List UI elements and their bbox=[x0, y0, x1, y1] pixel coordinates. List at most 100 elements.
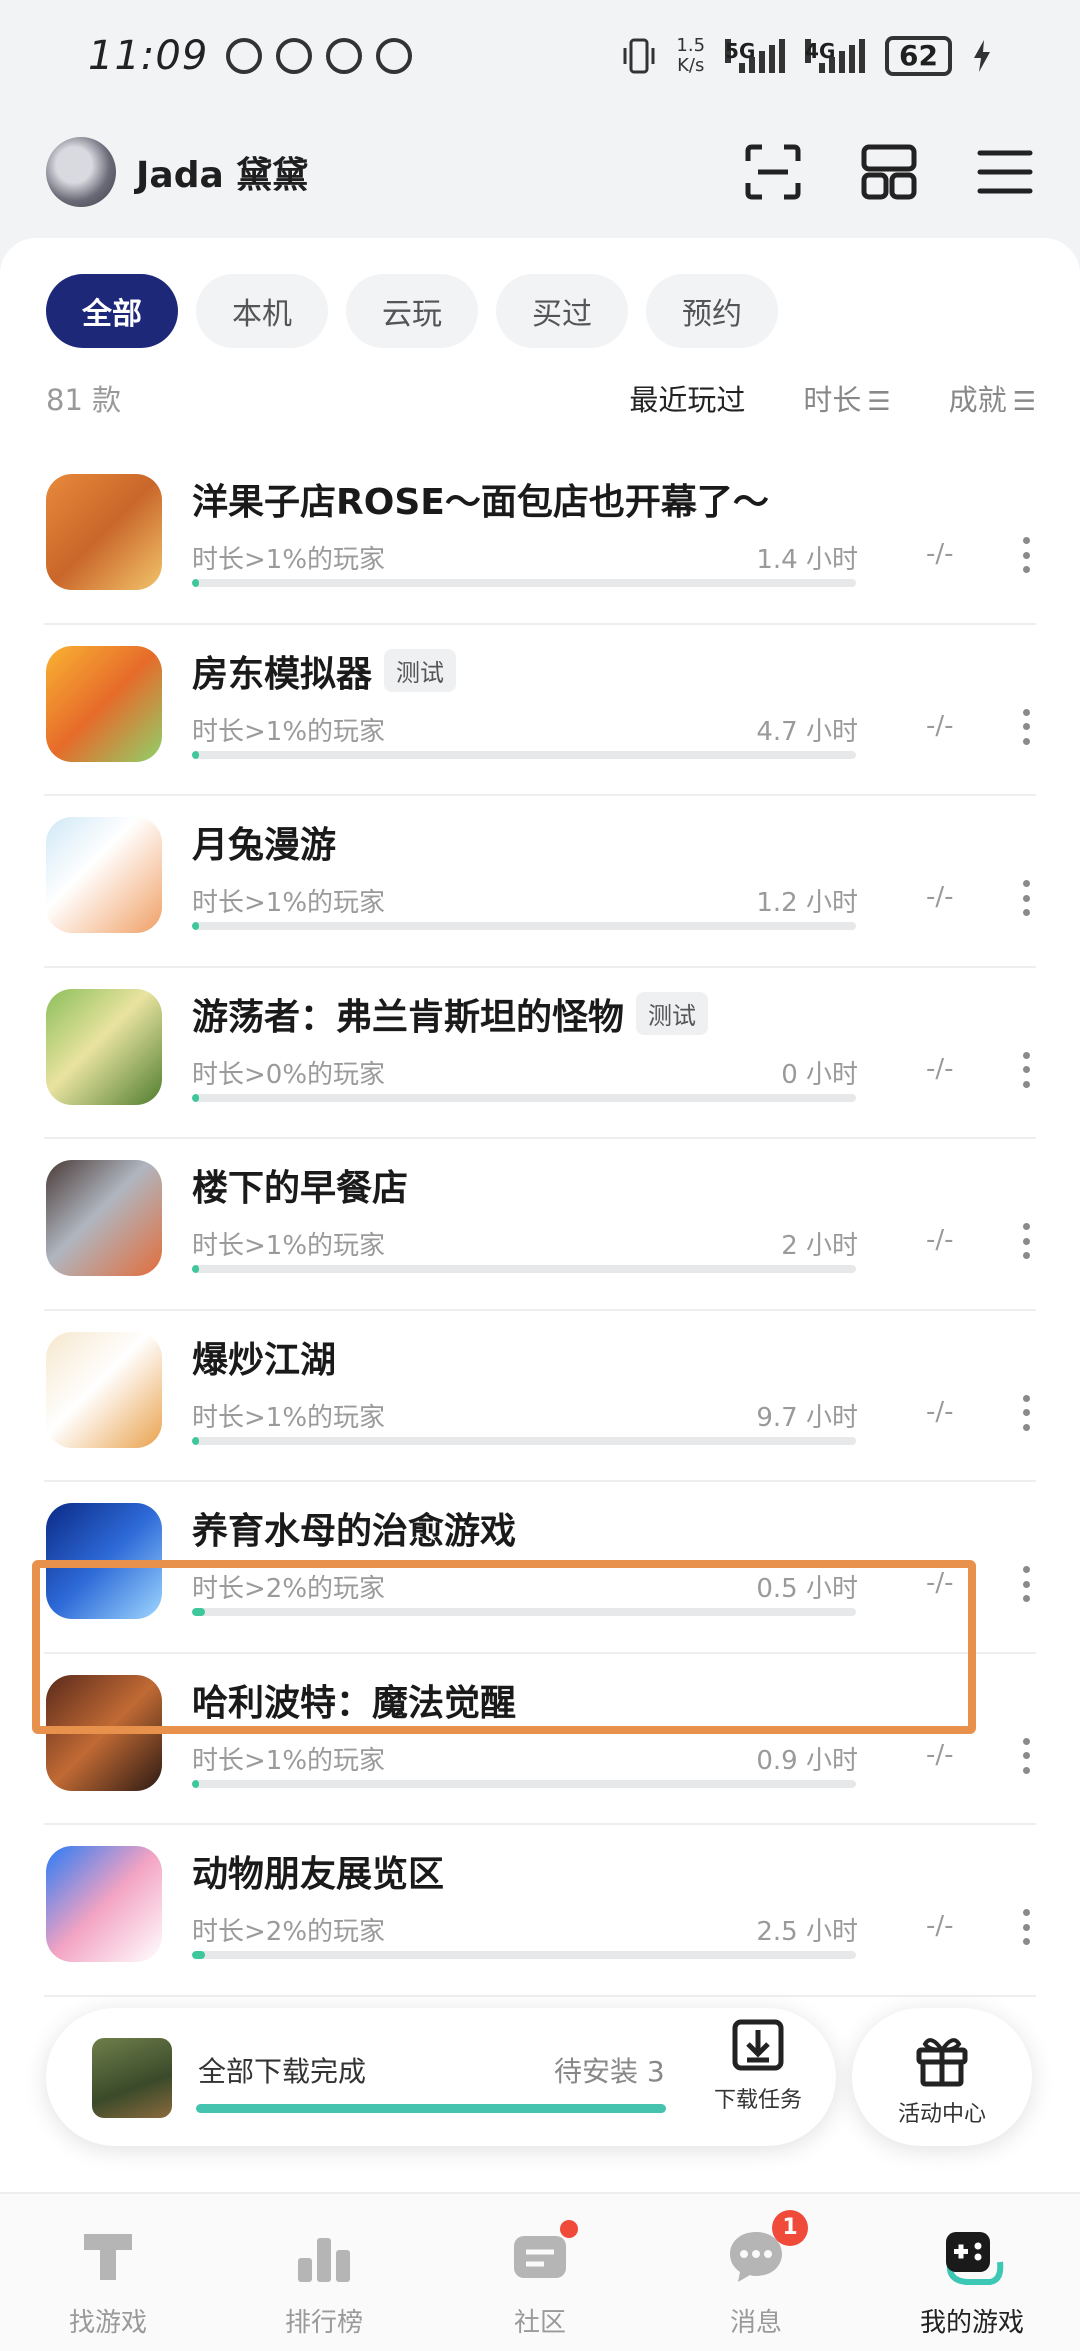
game-title[interactable]: 动物朋友展览区 bbox=[192, 1845, 444, 1897]
nav-label: 找游戏 bbox=[68, 2308, 147, 2338]
my-games-icon bbox=[946, 2232, 1004, 2285]
more-options-icon[interactable] bbox=[1022, 880, 1030, 916]
nav-find-games[interactable]: 找游戏 bbox=[0, 2194, 216, 2351]
gift-icon bbox=[916, 2038, 968, 2087]
more-options-icon[interactable] bbox=[1022, 1051, 1030, 1088]
game-playtime-percentile: 时长>1%的玩家 bbox=[192, 716, 386, 747]
game-icon[interactable] bbox=[46, 1674, 162, 1791]
game-title[interactable]: 月兔漫游 bbox=[192, 816, 336, 868]
game-title[interactable]: 养育水母的治愈游戏 bbox=[192, 1502, 516, 1554]
game-playtime-percentile: 时长>0%的玩家 bbox=[192, 1059, 386, 1090]
game-row[interactable]: 哈利波特：魔法觉醒 时长>1%的玩家 0.9 小时 -/- bbox=[44, 1654, 1036, 1825]
vibrate-icon bbox=[623, 38, 655, 74]
download-status: 全部下载完成 bbox=[198, 2055, 367, 2088]
game-row[interactable]: 游荡者：弗兰肯斯坦的怪物 测试 时长>0%的玩家 0 小时 -/- bbox=[44, 968, 1036, 1139]
game-row[interactable]: 爆炒江湖 时长>1%的玩家 9.7 小时 -/- bbox=[44, 1311, 1036, 1482]
game-title[interactable]: 洋果子店ROSE～面包店也开幕了～ bbox=[192, 473, 769, 525]
bottom-nav: 找游戏 排行榜 社区 1 消息 我的游戏 bbox=[0, 2192, 1080, 2351]
game-icon[interactable] bbox=[46, 1331, 162, 1448]
game-row[interactable]: 月兔漫游 时长>1%的玩家 1.2 小时 -/- bbox=[44, 796, 1036, 968]
download-task-button[interactable]: 下载任务 bbox=[698, 2016, 818, 2114]
game-achievement: -/- bbox=[926, 1225, 954, 1255]
community-icon bbox=[508, 2220, 578, 2288]
signal-5g-icon: 5G bbox=[725, 39, 786, 73]
game-title-text: 楼下的早餐店 bbox=[192, 1168, 409, 1209]
filter-purchased[interactable]: 买过 bbox=[496, 274, 628, 348]
nav-ranking[interactable]: 排行榜 bbox=[216, 2194, 432, 2351]
nav-label: 我的游戏 bbox=[919, 2308, 1024, 2338]
game-title-text: 爆炒江湖 bbox=[192, 1339, 337, 1381]
game-title-text: 养育水母的治愈游戏 bbox=[192, 1511, 517, 1552]
download-progress bbox=[196, 2104, 666, 2113]
filter-cloud[interactable]: 云玩 bbox=[346, 274, 478, 348]
game-icon[interactable] bbox=[46, 1160, 162, 1276]
sort-achievement[interactable]: 成就 ☰ bbox=[949, 377, 1036, 419]
game-title[interactable]: 哈利波特：魔法觉醒 bbox=[192, 1674, 516, 1726]
game-achievement: -/- bbox=[926, 539, 954, 569]
filter-chips: 全部 本机 云玩 买过 预约 bbox=[46, 274, 778, 348]
game-icon[interactable] bbox=[46, 1846, 162, 1962]
game-playtime-percentile: 时长>1%的玩家 bbox=[192, 1745, 386, 1776]
more-options-icon[interactable] bbox=[1022, 1909, 1030, 1945]
game-icon[interactable] bbox=[46, 474, 162, 590]
nav-label: 社区 bbox=[513, 2308, 566, 2338]
game-icon[interactable] bbox=[46, 817, 162, 933]
playtime-progress-fill bbox=[192, 1951, 206, 1959]
signal-5g-label: 5G bbox=[725, 39, 756, 63]
game-row[interactable]: 楼下的早餐店 时长>1%的玩家 2 小时 -/- bbox=[44, 1139, 1036, 1311]
filter-local[interactable]: 本机 bbox=[196, 274, 328, 348]
menu-icon[interactable] bbox=[976, 143, 1034, 201]
playtime-progress bbox=[192, 922, 856, 930]
more-options-icon[interactable] bbox=[1022, 1737, 1030, 1774]
sort-achievement-label: 成就 bbox=[948, 383, 1007, 417]
game-hours: 1.4 小时 bbox=[756, 545, 858, 575]
game-row[interactable]: 养育水母的治愈游戏 时长>2%的玩家 0.5 小时 -/- bbox=[44, 1482, 1036, 1654]
sort-recent[interactable]: 最近玩过 bbox=[629, 377, 745, 419]
layout-grid-icon[interactable] bbox=[860, 143, 918, 201]
game-title[interactable]: 爆炒江湖 bbox=[192, 1331, 336, 1383]
game-row[interactable]: 房东模拟器 测试 时长>1%的玩家 4.7 小时 -/- bbox=[44, 625, 1036, 796]
list-meta: 81 款 最近玩过 时长 ☰ 成就 ☰ bbox=[46, 368, 1036, 428]
game-icon[interactable] bbox=[46, 1503, 162, 1619]
avatar[interactable] bbox=[46, 137, 116, 207]
download-bar[interactable]: 全部下载完成 待安装 3 下载任务 bbox=[46, 2008, 836, 2146]
game-title[interactable]: 楼下的早餐店 bbox=[192, 1159, 408, 1211]
activity-center-button[interactable]: 活动中心 bbox=[852, 2008, 1032, 2146]
network-speed: 1.5 K/s bbox=[676, 36, 705, 76]
nav-messages[interactable]: 1 消息 bbox=[648, 2194, 864, 2351]
hand-icon bbox=[376, 38, 413, 74]
download-icon bbox=[732, 2019, 784, 2071]
header-actions bbox=[744, 143, 1034, 201]
game-playtime-percentile: 时长>1%的玩家 bbox=[192, 545, 386, 575]
playtime-progress bbox=[192, 1951, 856, 1959]
nav-my-games[interactable]: 我的游戏 bbox=[864, 2194, 1080, 2351]
filter-all[interactable]: 全部 bbox=[46, 274, 178, 348]
game-row[interactable]: 动物朋友展览区 时长>2%的玩家 2.5 小时 -/- bbox=[44, 1825, 1036, 1997]
playtime-progress-fill bbox=[192, 579, 199, 587]
game-row[interactable]: 洋果子店ROSE～面包店也开幕了～ 时长>1%的玩家 1.4 小时 -/- bbox=[44, 453, 1036, 625]
game-title[interactable]: 房东模拟器 测试 bbox=[192, 645, 457, 697]
more-options-icon[interactable] bbox=[1022, 1394, 1030, 1431]
game-title[interactable]: 游荡者：弗兰肯斯坦的怪物 测试 bbox=[192, 988, 709, 1040]
battery-indicator: 62 bbox=[885, 36, 952, 76]
activity-center-label: 活动中心 bbox=[897, 2102, 986, 2127]
game-count: 81 款 bbox=[46, 383, 122, 417]
sort-icon: ☰ bbox=[1012, 387, 1036, 417]
more-options-icon[interactable] bbox=[1022, 1566, 1030, 1602]
game-icon[interactable] bbox=[46, 645, 162, 762]
nav-community[interactable]: 社区 bbox=[432, 2194, 648, 2351]
sort-duration[interactable]: 时长 ☰ bbox=[803, 377, 890, 419]
more-options-icon[interactable] bbox=[1022, 708, 1030, 745]
game-title-text: 游荡者：弗兰肯斯坦的怪物 bbox=[192, 996, 625, 1038]
sort-icon: ☰ bbox=[867, 387, 891, 417]
wechat-icon bbox=[226, 38, 263, 74]
user-name[interactable]: Jada 黛黛 bbox=[136, 146, 308, 198]
game-icon[interactable] bbox=[46, 988, 162, 1105]
game-achievement: -/- bbox=[926, 1568, 954, 1598]
more-options-icon[interactable] bbox=[1022, 1223, 1030, 1259]
scan-icon[interactable] bbox=[744, 143, 802, 201]
filter-reserved[interactable]: 预约 bbox=[646, 274, 778, 348]
more-options-icon[interactable] bbox=[1022, 537, 1030, 573]
nav-label: 消息 bbox=[729, 2308, 782, 2338]
main-content: 全部 本机 云玩 买过 预约 81 款 最近玩过 时长 ☰ 成就 ☰ 洋果子店ROS… bbox=[0, 238, 1080, 2238]
